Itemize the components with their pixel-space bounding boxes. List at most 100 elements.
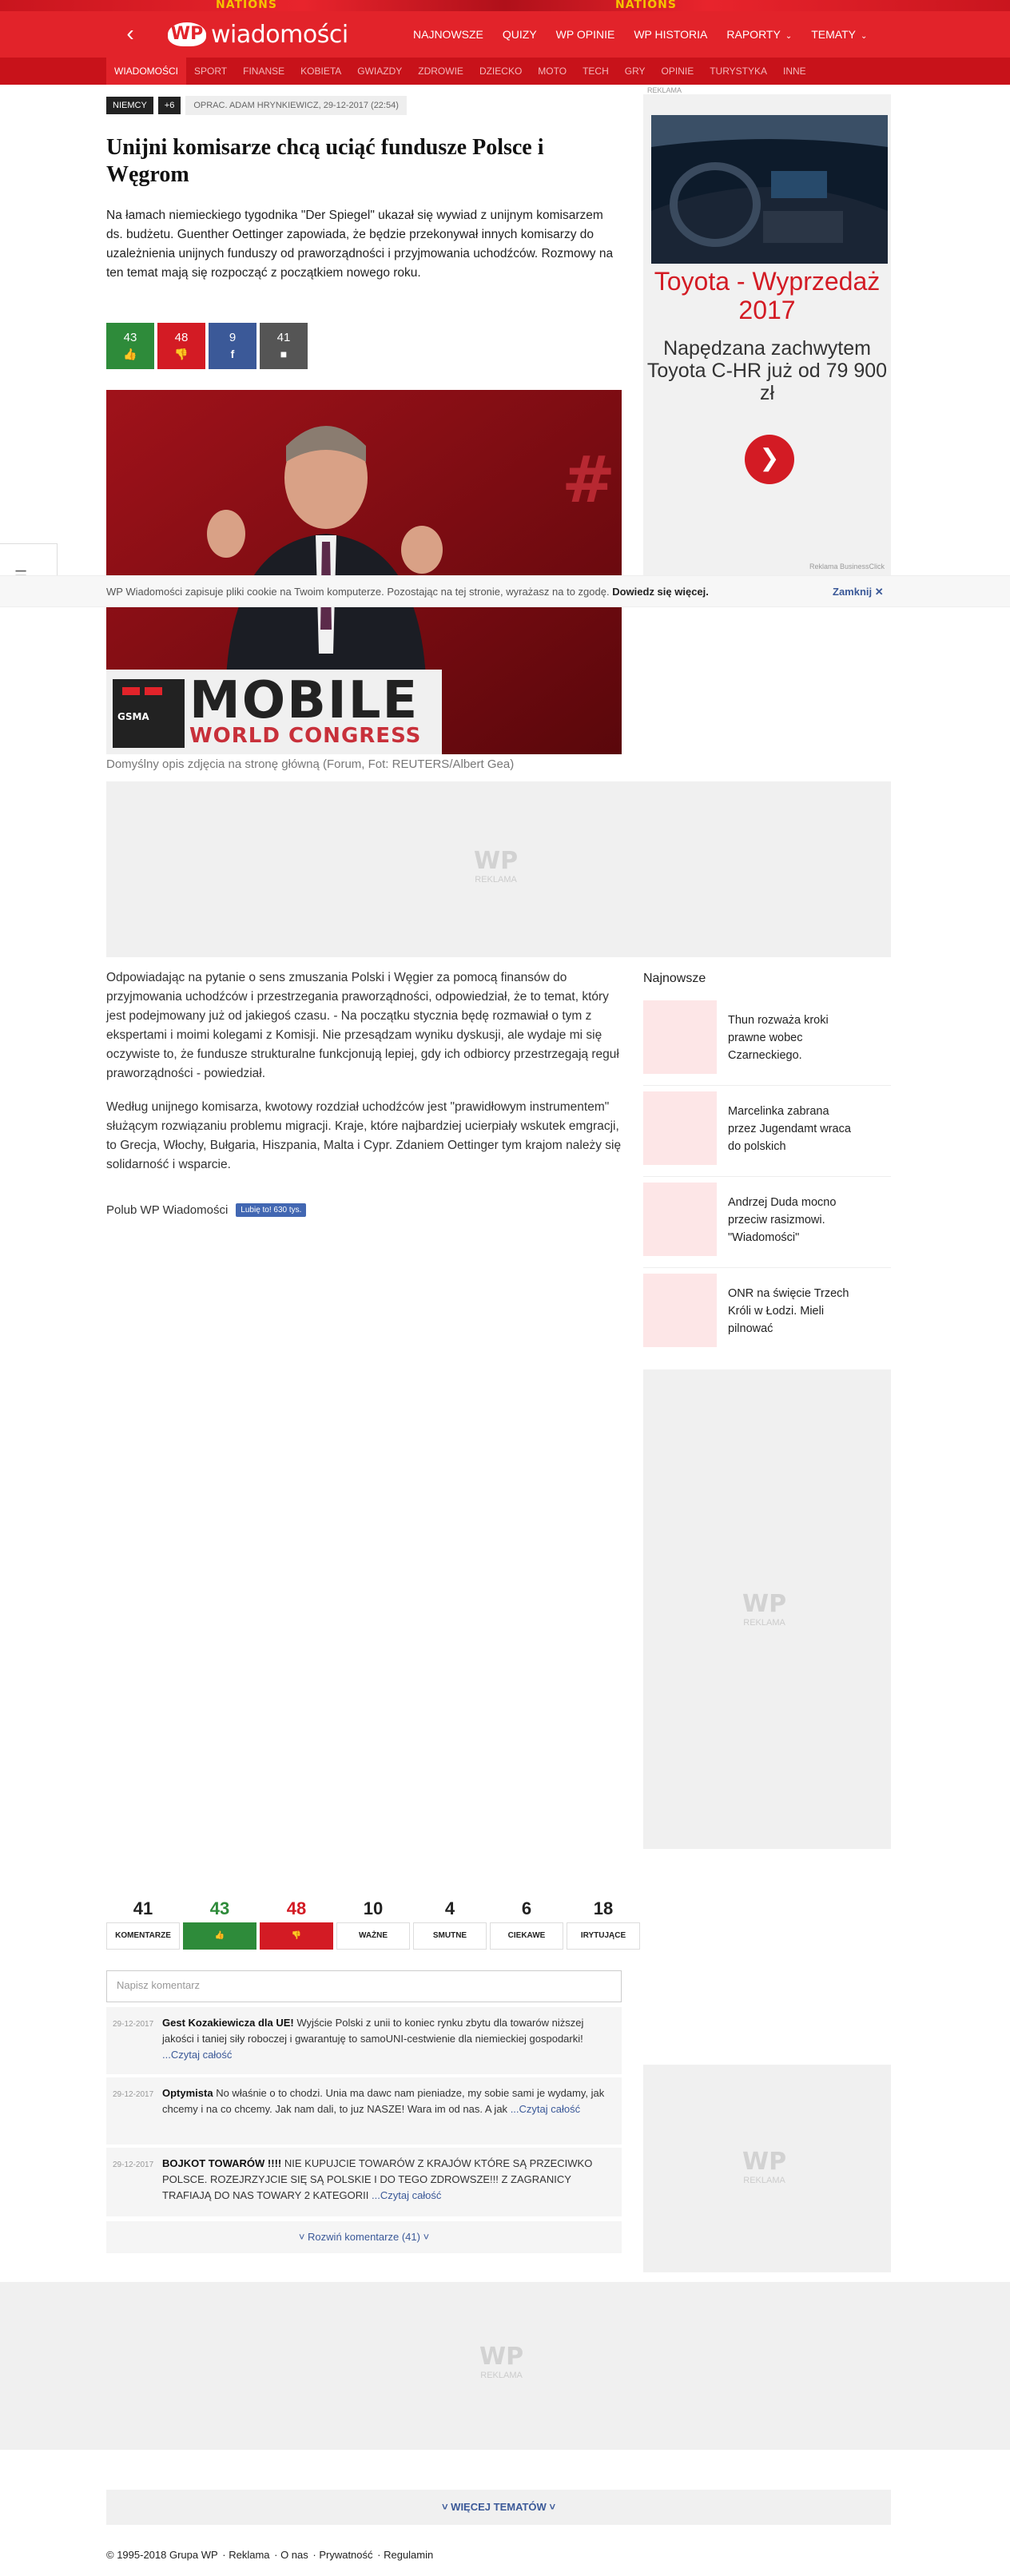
- sidebar-news-item[interactable]: Thun rozważa kroki prawne wobec Czarneck…: [643, 1000, 857, 1080]
- nav-tematy[interactable]: TEMATY ⌄: [801, 28, 877, 41]
- stat-wazne[interactable]: 10 WAŻNE: [336, 1895, 410, 1950]
- image-brand: GSMA: [117, 711, 149, 722]
- tag-niemcy[interactable]: NIEMCY: [106, 97, 153, 114]
- footer-link-prywatnosc[interactable]: Prywatność: [319, 2549, 372, 2561]
- stat-label: IRYTUJĄCE: [567, 1922, 640, 1950]
- nav-tematy-label: TEMATY: [811, 28, 856, 41]
- cookie-bar: WP Wiadomości zapisuje pliki cookie na T…: [0, 575, 1010, 607]
- cookie-more-link[interactable]: Dowiedz się więcej.: [612, 586, 709, 598]
- wp-ad-icon: WP: [742, 1590, 787, 1618]
- footer-link-regulamin[interactable]: Regulamin: [384, 2549, 433, 2561]
- sidebar-news-item[interactable]: Andrzej Duda mocno przeciw rasizmowi. "W…: [643, 1183, 857, 1262]
- wp-logo-mark: WP: [168, 22, 206, 46]
- article-meta: OPRAC. ADAM HRYNKIEWICZ, 29-12-2017 (22:…: [185, 96, 407, 115]
- thumbs-up-icon: 👍: [183, 1922, 256, 1950]
- svg-text:#: #: [562, 443, 615, 517]
- cookie-close-button[interactable]: Zamknij ✕: [833, 586, 884, 598]
- ad-slot-sidebar[interactable]: WP REKLAMA: [643, 1369, 891, 1849]
- footer-link-reklama[interactable]: Reklama: [229, 2549, 269, 2561]
- thumbs-up-button[interactable]: 43 👍: [106, 323, 154, 369]
- ad-slot-top[interactable]: WP REKLAMA: [106, 781, 891, 957]
- site-logo[interactable]: WP wiadomości: [168, 19, 348, 50]
- comment-item: 29-12-2017 Gest Kozakiewicza dla UE! Wyj…: [106, 2007, 622, 2074]
- cat-turystyka[interactable]: TURYSTYKA: [702, 58, 775, 85]
- expand-comments-button[interactable]: ˅ Rozwiń komentarze (41) ˅: [106, 2221, 622, 2253]
- arrow-right-icon[interactable]: ❯: [745, 435, 794, 484]
- cookie-text: WP Wiadomości zapisuje pliki cookie na T…: [106, 586, 709, 598]
- stat-label: KOMENTARZE: [106, 1922, 180, 1950]
- wp-ad-icon: WP: [474, 847, 519, 875]
- cat-sport[interactable]: SPORT: [186, 58, 235, 85]
- read-more-link[interactable]: ...Czytaj całość: [372, 2189, 441, 2201]
- like-row: Polub WP Wiadomości Lubię to! 630 tys.: [106, 1203, 307, 1217]
- facebook-like-button[interactable]: Lubię to! 630 tys.: [236, 1203, 307, 1217]
- ad-placeholder: WP REKLAMA: [742, 1590, 786, 1628]
- cat-kobieta[interactable]: KOBIETA: [292, 58, 349, 85]
- cat-tech[interactable]: TECH: [575, 58, 617, 85]
- nav-quizy[interactable]: QUIZY: [493, 28, 547, 41]
- back-arrow-icon[interactable]: ‹: [118, 22, 142, 46]
- nav-wp-opinie[interactable]: WP OPINIE: [547, 28, 625, 41]
- top-navbar: ‹ WP wiadomości NAJNOWSZE QUIZY WP OPINI…: [0, 11, 1010, 58]
- comments-button[interactable]: 41 ■: [260, 323, 308, 369]
- thumbs-down-icon: 👎: [260, 1922, 333, 1950]
- sidebar-news-item[interactable]: ONR na święcie Trzech Króli w Łodzi. Mie…: [643, 1274, 857, 1354]
- read-more-link[interactable]: ...Czytaj całość: [162, 2049, 232, 2061]
- comment-author: Gest Kozakiewicza dla UE!: [162, 2017, 294, 2029]
- cat-dziecko[interactable]: DZIECKO: [471, 58, 530, 85]
- stat-irytujace[interactable]: 18 IRYTUJĄCE: [567, 1895, 640, 1950]
- tag-more[interactable]: +6: [157, 97, 181, 114]
- nav-najnowsze[interactable]: NAJNOWSZE: [404, 28, 493, 41]
- stat-down[interactable]: 48 👎: [260, 1895, 333, 1950]
- top-promo-stripe[interactable]: NATIONS NATIONS: [0, 0, 1010, 11]
- cat-gry[interactable]: GRY: [617, 58, 654, 85]
- article-body: Odpowiadając na pytanie o sens zmuszania…: [106, 968, 622, 1189]
- wp-ad-icon: WP: [742, 2148, 787, 2176]
- cat-opinie[interactable]: OPINIE: [654, 58, 702, 85]
- sidebar-news-item[interactable]: Marcelinka zabrana przez Jugendamt wraca…: [643, 1091, 857, 1171]
- thumbs-up-icon: 👍: [123, 348, 137, 360]
- ad-placeholder-label: REKLAMA: [475, 875, 517, 885]
- cat-zdrowie[interactable]: ZDROWIE: [410, 58, 471, 85]
- ad-slot-bottom[interactable]: WP REKLAMA: [0, 2282, 1010, 2450]
- facebook-share-button[interactable]: 9f: [209, 323, 256, 369]
- news-thumbnail: [643, 1274, 717, 1347]
- reaction-buttons: 43 👍 48 👎 9f 41 ■: [106, 323, 308, 369]
- news-thumbnail: [643, 1183, 717, 1256]
- ad-placeholder: WP REKLAMA: [474, 847, 518, 885]
- footer-link-o-nas[interactable]: O nas: [280, 2549, 308, 2561]
- stat-up[interactable]: 43 👍: [183, 1895, 256, 1950]
- nav-raporty[interactable]: RAPORTY ⌄: [717, 28, 801, 41]
- cat-wiadomosci[interactable]: WIADOMOŚCI: [106, 58, 186, 85]
- image-text-bottom: WORLD CONGRESS: [189, 724, 422, 748]
- image-caption: Domyślny opis zdjęcia na stronę główną (…: [106, 757, 515, 771]
- news-title: Marcelinka zabrana przez Jugendamt wraca…: [728, 1105, 851, 1153]
- news-title: Andrzej Duda mocno przeciw rasizmowi. "W…: [728, 1196, 837, 1244]
- read-more-link[interactable]: ...Czytaj całość: [511, 2103, 580, 2115]
- stat-count: 48: [286, 1898, 307, 1918]
- comment-date: 29-12-2017: [113, 2161, 154, 2169]
- stat-count: 6: [521, 1898, 532, 1918]
- more-topics-label: WIĘCEJ TEMATÓW: [451, 2501, 547, 2513]
- cat-moto[interactable]: MOTO: [530, 58, 575, 85]
- ad-placeholder: WP REKLAMA: [742, 2148, 786, 2185]
- thumbs-down-button[interactable]: 48 👎: [157, 323, 205, 369]
- cat-inne[interactable]: INNE: [775, 58, 814, 85]
- close-icon: ✕: [874, 586, 884, 598]
- like-label: Polub WP Wiadomości: [106, 1203, 229, 1217]
- paragraph: Odpowiadając na pytanie o sens zmuszania…: [106, 971, 619, 1080]
- cat-gwiazdy[interactable]: GWIAZDY: [349, 58, 410, 85]
- car-photo: [651, 115, 888, 264]
- stat-ciekawe[interactable]: 6 CIEKAWE: [490, 1895, 563, 1950]
- ad-slot-sidebar-bottom[interactable]: WP REKLAMA: [643, 2065, 891, 2272]
- stat-comments[interactable]: 41 KOMENTARZE: [106, 1895, 180, 1950]
- toyota-ad[interactable]: Toyota - Wyprzedaż 2017 Napędzana zachwy…: [643, 94, 891, 577]
- expand-label: Rozwiń komentarze (41): [308, 2231, 420, 2243]
- cat-finanse[interactable]: FINANSE: [235, 58, 292, 85]
- stat-smutne[interactable]: 4 SMUTNE: [413, 1895, 487, 1950]
- stat-label: CIEKAWE: [490, 1922, 563, 1950]
- more-topics-button[interactable]: ˅ WIĘCEJ TEMATÓW ˅: [106, 2490, 891, 2525]
- footer: © 1995-2018 Grupa WP · Reklama · O nas ·…: [106, 2549, 434, 2561]
- comment-input[interactable]: Napisz komentarz: [106, 1970, 622, 2002]
- nav-wp-historia[interactable]: WP HISTORIA: [624, 28, 717, 41]
